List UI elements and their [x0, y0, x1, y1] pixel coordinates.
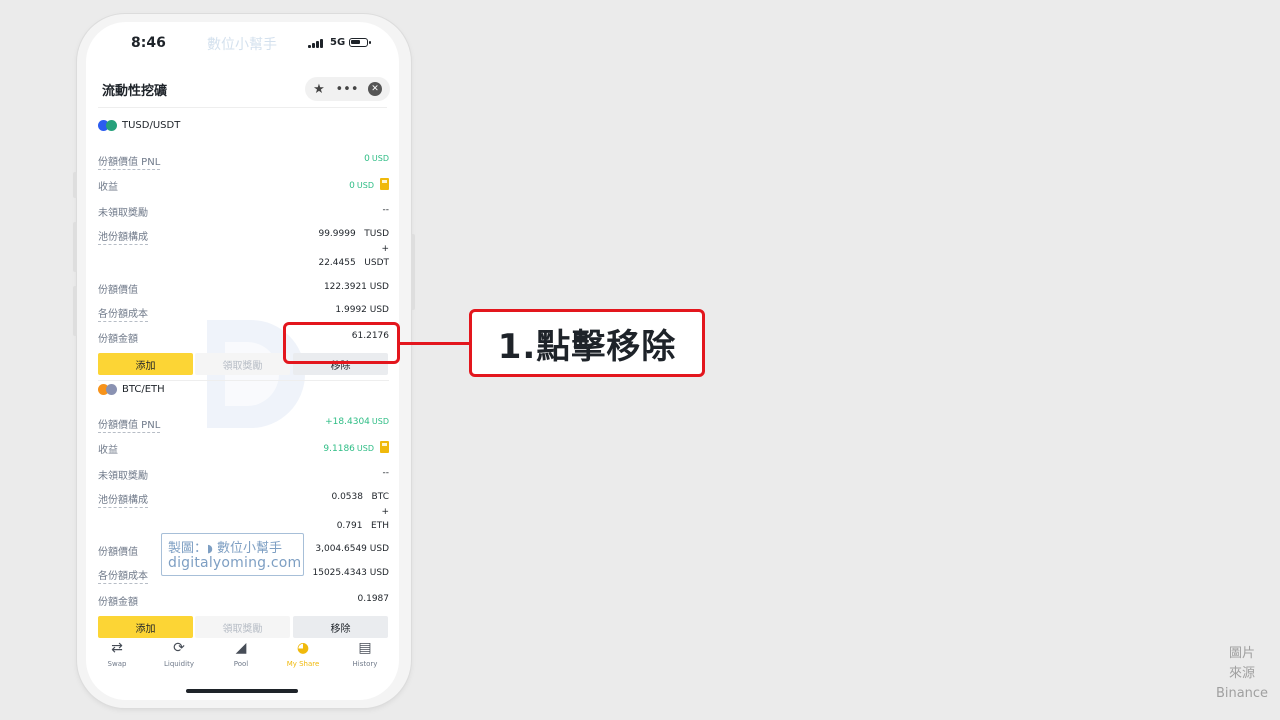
- star-button[interactable]: ★: [305, 77, 333, 101]
- composition-line1: 0.0538 BTC: [331, 492, 389, 502]
- composition-label[interactable]: 池份額構成: [98, 491, 148, 508]
- amount-label: 份額金額: [98, 334, 138, 345]
- unclaimed-value: --: [382, 205, 390, 215]
- pnl-value: 0 USD: [364, 154, 389, 164]
- pair-label: BTC/ETH: [122, 384, 165, 395]
- remove-button[interactable]: 移除: [293, 616, 388, 638]
- share-value-label: 份額價值: [98, 547, 138, 558]
- position-actions: 添加 領取獎勵 移除: [98, 616, 389, 638]
- composition-line1: 99.9999 TUSD: [318, 229, 389, 239]
- composition-plus: +: [381, 507, 389, 517]
- callout-connector: [400, 342, 470, 345]
- home-indicator: [186, 689, 298, 693]
- amount-label: 份額金額: [98, 597, 138, 608]
- volume-up-button: [73, 222, 77, 272]
- bottom-tab-bar: ⇄ Swap ⟳ Liquidity ◢ Pool ◕ My Share ▤ H…: [86, 640, 399, 680]
- watermark-text: 數位小幫手: [207, 37, 277, 53]
- position-divider: [98, 380, 389, 381]
- close-icon: ✕: [368, 82, 382, 96]
- pool-icon: ◢: [235, 640, 247, 656]
- pair-label: TUSD/USDT: [122, 120, 181, 131]
- claim-rewards-button[interactable]: 領取獎勵: [195, 616, 290, 638]
- network-label: 5G: [330, 37, 346, 48]
- app-header: 流動性挖礦 ★ ••• ✕: [102, 75, 390, 103]
- header-divider: [98, 107, 387, 108]
- watermark-line1: 製圖：◗ 數位小幫手: [168, 541, 282, 556]
- pair-header: TUSD/USDT: [98, 120, 180, 131]
- unclaimed-value: --: [382, 468, 390, 478]
- more-icon: •••: [335, 81, 359, 97]
- star-icon: ★: [313, 81, 325, 97]
- add-button[interactable]: 添加: [98, 353, 193, 375]
- status-bar: 8:46 數位小幫手 5G: [86, 22, 399, 62]
- tab-swap[interactable]: ⇄ Swap: [86, 640, 148, 668]
- watermark-box: 製圖：◗ 數位小幫手 digitalyoming.com: [161, 533, 304, 576]
- status-time: 8:46: [131, 35, 166, 51]
- history-icon: ▤: [358, 640, 372, 656]
- earnings-value: 9.1186 USD: [323, 441, 389, 454]
- amount-value: 0.1987: [357, 594, 390, 604]
- mute-switch: [73, 172, 77, 198]
- power-button: [411, 234, 415, 310]
- instruction-callout: 1.點擊移除: [469, 309, 705, 377]
- tab-pool[interactable]: ◢ Pool: [210, 640, 272, 668]
- pnl-label[interactable]: 份額價值 PNL: [98, 153, 161, 170]
- more-button[interactable]: •••: [333, 77, 361, 101]
- volume-down-button: [73, 286, 77, 336]
- btc-eth-coin-icons: [98, 384, 117, 395]
- earnings-value: 0 USD: [349, 178, 389, 191]
- tusd-usdt-coin-icons: [98, 120, 117, 131]
- claim-rewards-button[interactable]: 領取獎勵: [195, 353, 290, 375]
- composition-plus: +: [381, 244, 389, 254]
- composition-line2: 0.791 ETH: [336, 521, 389, 531]
- earnings-label: 收益: [98, 182, 118, 193]
- watermark-url: digitalyoming.com: [168, 555, 302, 571]
- earnings-label: 收益: [98, 445, 118, 456]
- mini-program-capsule: ★ ••• ✕: [305, 77, 390, 101]
- composition-line2: 22.4455 USDT: [318, 258, 389, 268]
- unclaimed-label: 未領取獎勵: [98, 208, 148, 219]
- cost-label[interactable]: 各份額成本: [98, 567, 148, 584]
- battery-icon: [349, 38, 371, 47]
- calculator-icon[interactable]: [380, 178, 389, 190]
- pnl-value: +18.4304 USD: [325, 417, 389, 427]
- watermark-logo-icon: ◗: [207, 542, 213, 555]
- liquidity-icon: ⟳: [173, 640, 185, 656]
- cost-value: 15025.4343 USD: [312, 568, 390, 578]
- signal-icon: [308, 39, 323, 48]
- page-title: 流動性挖礦: [102, 84, 168, 99]
- tab-liquidity[interactable]: ⟳ Liquidity: [148, 640, 210, 668]
- remove-button-highlight: [283, 322, 400, 364]
- close-button[interactable]: ✕: [361, 77, 389, 101]
- add-button[interactable]: 添加: [98, 616, 193, 638]
- pair-header: BTC/ETH: [98, 384, 165, 395]
- pnl-label[interactable]: 份額價值 PNL: [98, 416, 161, 433]
- tab-my-share[interactable]: ◕ My Share: [272, 640, 334, 668]
- my-share-icon: ◕: [296, 640, 310, 656]
- share-value-label: 份額價值: [98, 285, 138, 296]
- image-credit: 圖片 來源 Binance: [1215, 646, 1269, 701]
- composition-label[interactable]: 池份額構成: [98, 228, 148, 245]
- cost-value: 1.9992 USD: [335, 305, 389, 315]
- cost-label[interactable]: 各份額成本: [98, 305, 148, 322]
- share-value: 3,004.6549 USD: [315, 544, 389, 554]
- share-value: 122.3921 USD: [323, 282, 389, 292]
- swap-icon: ⇄: [111, 640, 123, 656]
- tab-history[interactable]: ▤ History: [334, 640, 396, 668]
- unclaimed-label: 未領取獎勵: [98, 471, 148, 482]
- calculator-icon[interactable]: [380, 441, 389, 453]
